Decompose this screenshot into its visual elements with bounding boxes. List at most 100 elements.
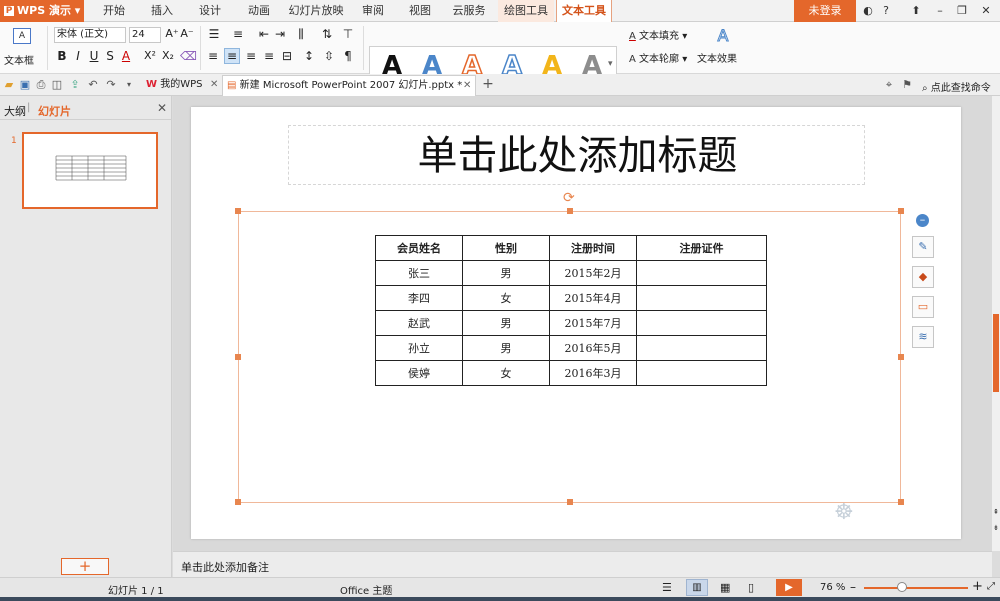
align-center-icon[interactable]: ≡ [224, 48, 240, 64]
sorter-view-icon[interactable]: ▦ [720, 581, 730, 594]
textbox-button[interactable]: A 文本框 [4, 26, 36, 70]
tab-design[interactable]: 设计 [188, 0, 232, 22]
scroll-thumb[interactable] [993, 314, 999, 392]
tab-insert[interactable]: 插入 [140, 0, 184, 22]
member-table[interactable]: 会员姓名 性别 注册时间 注册证件 张三 男 2015年2月 李四 女 2015… [375, 235, 767, 386]
tab-outline[interactable]: 大纲 [4, 103, 26, 119]
table-cell[interactable]: 男 [462, 260, 550, 286]
text-direction-icon[interactable]: ⇅ [318, 27, 336, 41]
increase-indent-icon[interactable]: ⇥ [272, 27, 288, 41]
resize-handle[interactable] [235, 354, 241, 360]
collapse-tools-icon[interactable]: – [916, 214, 929, 227]
app-menu-button[interactable]: P WPS 演示 ▾ [0, 0, 84, 22]
zoom-out-icon[interactable]: – [850, 580, 856, 594]
zoom-slider[interactable] [864, 587, 968, 589]
table-header-cell[interactable]: 会员姓名 [375, 235, 463, 261]
zoom-level[interactable]: 76 % [820, 582, 845, 593]
close-icon[interactable]: ✕ [463, 76, 471, 96]
slide-thumbnail[interactable] [22, 132, 158, 209]
text-effect-button[interactable]: A 文本效果 [697, 26, 746, 70]
print-preview-icon[interactable]: ◫ [50, 78, 64, 92]
resize-handle[interactable] [898, 354, 904, 360]
subscript-button[interactable]: X₂ [160, 49, 176, 62]
table-cell[interactable]: 侯婷 [375, 360, 463, 386]
justify-icon[interactable]: ≡ [262, 49, 276, 63]
doc-tab-presentation[interactable]: ▤ 新建 Microsoft PowerPoint 2007 幻灯片.pptx … [222, 75, 476, 96]
zoom-in-icon[interactable]: + [972, 579, 983, 594]
tab-slideshow[interactable]: 幻灯片放映 [286, 0, 346, 22]
fit-window-icon[interactable]: ⤢ [987, 581, 995, 592]
table-cell[interactable] [636, 260, 767, 286]
login-button[interactable]: 未登录 [794, 0, 856, 22]
skin-icon[interactable]: ◐ [858, 2, 878, 20]
align-right-icon[interactable]: ≡ [244, 49, 258, 63]
tab-animation[interactable]: 动画 [237, 0, 281, 22]
table-cell[interactable]: 男 [462, 335, 550, 361]
table-cell[interactable] [636, 285, 767, 311]
distribute-icon[interactable]: ⊟ [280, 49, 294, 63]
table-header-cell[interactable]: 注册时间 [549, 235, 637, 261]
tab-home[interactable]: 开始 [92, 0, 136, 22]
resize-handle[interactable] [898, 499, 904, 505]
table-cell[interactable]: 女 [462, 285, 550, 311]
rotate-handle-icon[interactable]: ⟳ [563, 190, 575, 206]
outline-pen-icon[interactable]: ▭ [912, 296, 934, 318]
numbered-list-icon[interactable]: ≡ [230, 27, 246, 41]
fill-bucket-icon[interactable]: ◆ [912, 266, 934, 288]
font-color-button[interactable]: A [120, 49, 132, 63]
doc-tab-my-wps[interactable]: W 我的WPS ✕ [142, 75, 220, 96]
normal-view-icon[interactable]: ▥ [686, 579, 708, 596]
table-cell[interactable] [636, 360, 767, 386]
table-cell[interactable]: 女 [462, 360, 550, 386]
text-outline-button[interactable]: A 文本轮廓 ▾ [629, 50, 687, 65]
table-cell[interactable]: 李四 [375, 285, 463, 311]
undo-icon[interactable]: ↶ [86, 78, 100, 92]
table-cell[interactable]: 张三 [375, 260, 463, 286]
export-icon[interactable]: ⇪ [68, 78, 82, 92]
tab-view[interactable]: 视图 [398, 0, 442, 22]
new-tab-icon[interactable]: + [481, 77, 495, 91]
bold-button[interactable]: B [56, 49, 68, 63]
align-left-icon[interactable]: ≡ [206, 49, 220, 63]
tab-text-tools[interactable]: 文本工具 [556, 0, 612, 22]
upload-icon[interactable]: ⬆ [906, 2, 926, 20]
table-cell[interactable]: 2015年2月 [549, 260, 637, 286]
table-cell[interactable]: 2015年4月 [549, 285, 637, 311]
decrease-indent-icon[interactable]: ⇤ [256, 27, 272, 41]
table-header-cell[interactable]: 注册证件 [636, 235, 767, 261]
vertical-scrollbar[interactable]: ⇞ ⇟ [992, 96, 1000, 551]
slide[interactable]: 单击此处添加标题 ⟳ 会员姓名 性别 注册时间 注册证件 张三 男 2015年2… [191, 107, 961, 539]
gallery-more-icon[interactable]: ▾ [608, 59, 613, 69]
strikethrough-button[interactable]: S [104, 49, 116, 63]
resize-handle[interactable] [898, 208, 904, 214]
next-slide-icon[interactable]: ⇟ [992, 524, 1000, 532]
save-icon[interactable]: ▣ [18, 78, 32, 92]
zoom-slider-thumb[interactable] [897, 582, 907, 592]
table-cell[interactable]: 2016年5月 [549, 335, 637, 361]
command-search[interactable]: ⌕ 点此查找命令 [922, 79, 991, 94]
line-spacing-icon[interactable]: ↕ [302, 49, 316, 63]
tab-review[interactable]: 审阅 [351, 0, 395, 22]
table-cell[interactable] [636, 310, 767, 336]
superscript-button[interactable]: X² [142, 49, 158, 62]
pin-icon[interactable]: ⌖ [882, 78, 896, 92]
restore-icon[interactable]: ❐ [952, 2, 972, 20]
bullet-list-icon[interactable]: ☰ [206, 27, 222, 41]
play-slideshow-icon[interactable]: ▶ [776, 579, 802, 596]
table-cell[interactable]: 2015年7月 [549, 310, 637, 336]
layers-icon[interactable]: ≋ [912, 326, 934, 348]
toolbar-settings-icon[interactable]: ⚑ [900, 78, 914, 92]
paragraph-settings-icon[interactable]: ¶ [340, 49, 356, 63]
toolbar-more-icon[interactable]: ▾ [122, 78, 136, 92]
shrink-font-button[interactable]: A⁻ [180, 27, 194, 40]
prev-slide-icon[interactable]: ⇞ [992, 508, 1000, 516]
clear-format-icon[interactable]: ⌫ [180, 49, 197, 63]
italic-button[interactable]: I [72, 49, 84, 63]
table-header-cell[interactable]: 性别 [462, 235, 550, 261]
resize-handle[interactable] [567, 208, 573, 214]
tab-slides[interactable]: 幻灯片 [38, 103, 71, 119]
open-folder-icon[interactable]: ▰ [2, 78, 16, 92]
redo-icon[interactable]: ↷ [104, 78, 118, 92]
table-cell[interactable]: 男 [462, 310, 550, 336]
resize-handle[interactable] [567, 499, 573, 505]
